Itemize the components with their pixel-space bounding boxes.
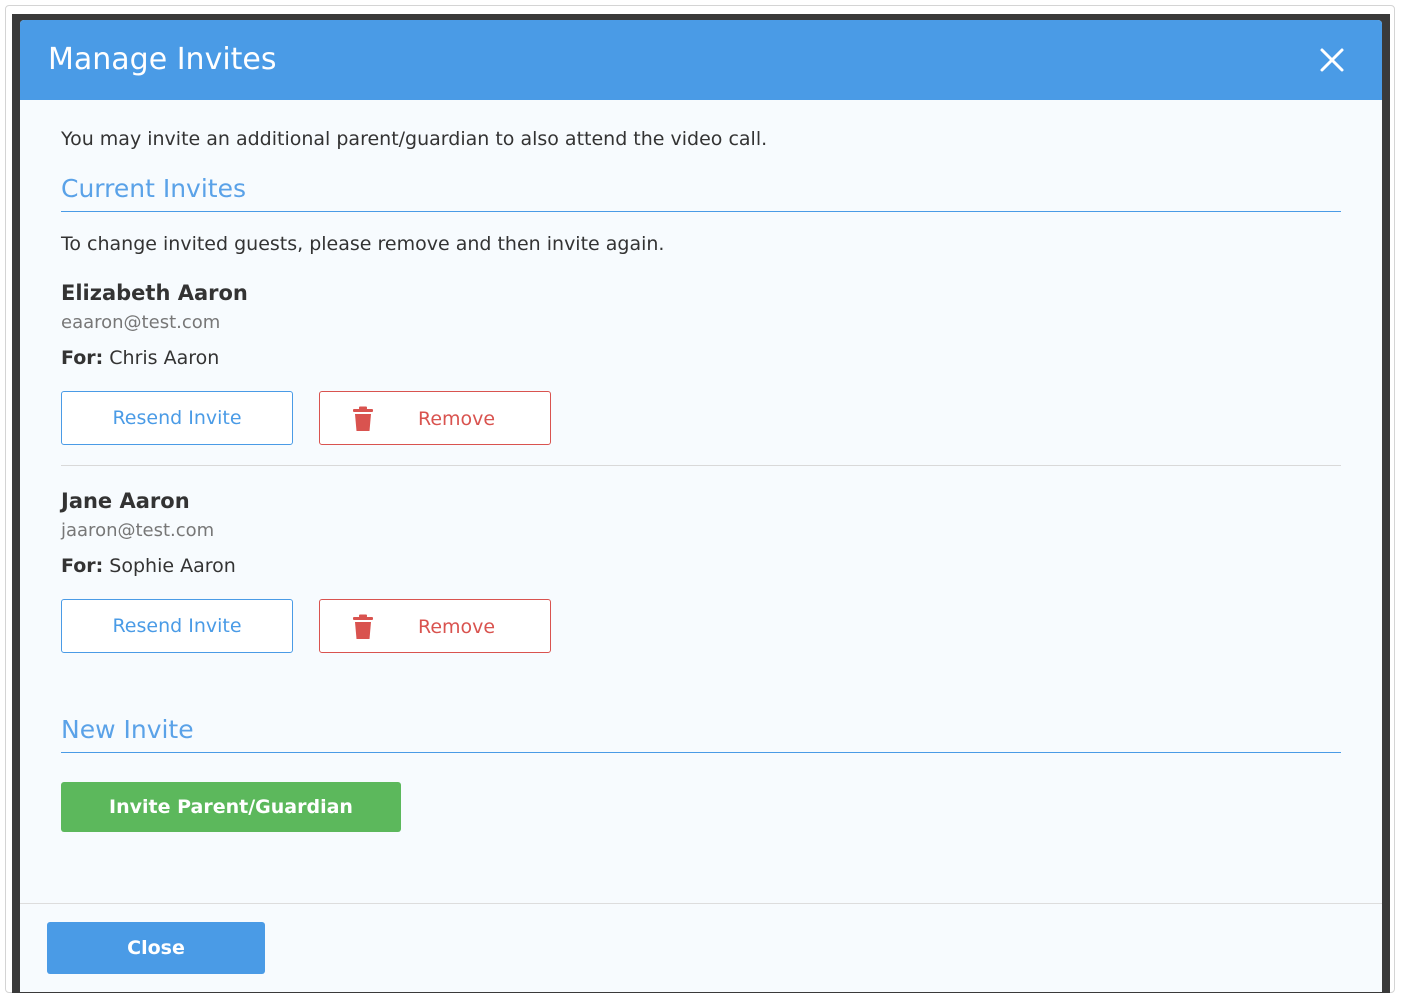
close-icon[interactable] — [1318, 46, 1346, 74]
for-student-name: Sophie Aaron — [109, 555, 236, 577]
guest-for: For: Sophie Aaron — [61, 553, 1341, 579]
remove-label: Remove — [418, 616, 496, 638]
guest-email: eaaron@test.com — [61, 312, 221, 333]
guest-name: Elizabeth Aaron — [61, 281, 248, 305]
remove-invite-button[interactable]: Remove — [319, 391, 551, 445]
for-label: For: — [61, 555, 104, 577]
invite-item: Jane Aaron jaaron@test.com For: Sophie A… — [61, 487, 1341, 653]
invite-item: Elizabeth Aaron eaaron@test.com For: Chr… — [61, 279, 1341, 445]
remove-invite-button[interactable]: Remove — [319, 599, 551, 653]
trash-icon — [350, 406, 376, 432]
intro-text: You may invite an additional parent/guar… — [61, 128, 768, 150]
current-invites-heading: Current Invites — [61, 173, 1341, 212]
close-button[interactable]: Close — [47, 922, 265, 974]
manage-invites-modal: Manage Invites You may invite an additio… — [20, 20, 1382, 992]
guest-name: Jane Aaron — [61, 489, 190, 513]
trash-icon — [350, 614, 376, 640]
modal-title: Manage Invites — [48, 42, 277, 77]
invite-parent-guardian-button[interactable]: Invite Parent/Guardian — [61, 782, 401, 832]
invite-actions: Resend Invite Remove — [61, 391, 1341, 445]
guest-email: jaaron@test.com — [61, 520, 215, 541]
resend-invite-button[interactable]: Resend Invite — [61, 599, 293, 653]
resend-invite-button[interactable]: Resend Invite — [61, 391, 293, 445]
invite-divider — [61, 465, 1341, 466]
for-label: For: — [61, 347, 104, 369]
guest-for: For: Chris Aaron — [61, 345, 1341, 371]
invite-actions: Resend Invite Remove — [61, 599, 1341, 653]
change-guests-note: To change invited guests, please remove … — [61, 233, 665, 255]
new-invite-heading: New Invite — [61, 714, 1341, 753]
remove-label: Remove — [418, 408, 496, 430]
modal-header: Manage Invites — [20, 20, 1382, 100]
footer-divider — [20, 903, 1382, 904]
for-student-name: Chris Aaron — [109, 347, 220, 369]
